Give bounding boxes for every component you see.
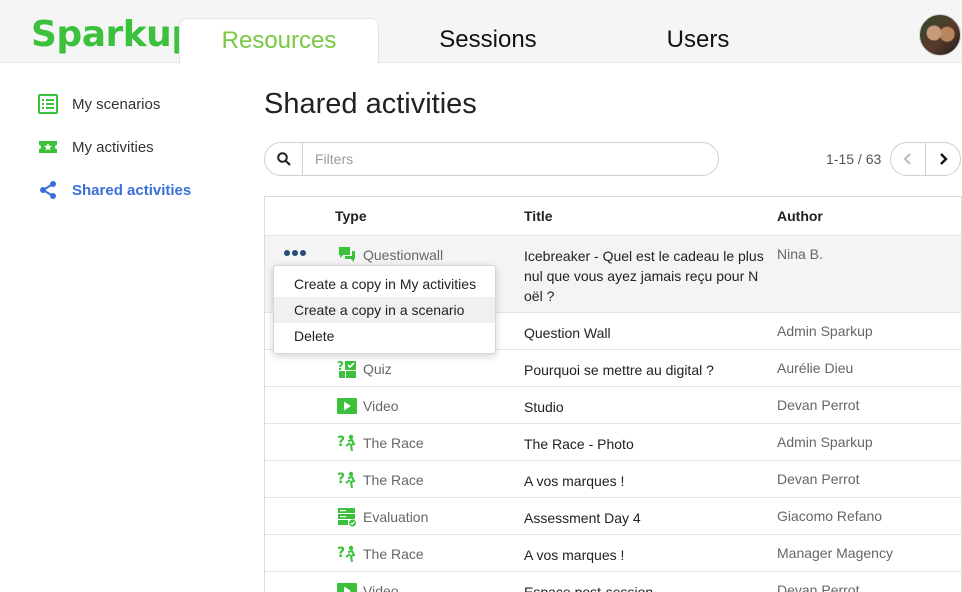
type-cell: Video: [337, 581, 399, 592]
type-label: Evaluation: [363, 509, 429, 525]
title-cell: Icebreaker - Quel est le cadeau le plus …: [524, 248, 764, 304]
svg-text:?: ?: [337, 471, 345, 487]
sidebar-item-label: My activities: [72, 138, 154, 156]
avatar[interactable]: [919, 14, 961, 56]
play-icon: [337, 581, 357, 592]
title-cell: Espace post-session: [524, 584, 654, 592]
column-header-title[interactable]: Title: [524, 208, 553, 224]
author-cell: Devan Perrot: [777, 471, 860, 487]
type-label: The Race: [363, 435, 424, 451]
table-row[interactable]: ? The Race A vos marques ! Manager Magen…: [265, 534, 961, 571]
type-cell: Evaluation: [337, 507, 428, 527]
tab-sessions[interactable]: Sessions: [398, 18, 578, 64]
title-cell: Assessment Day 4: [524, 510, 641, 526]
table-row[interactable]: Evaluation Assessment Day 4 Giacomo Refa…: [265, 497, 961, 534]
pagination: [890, 142, 961, 176]
type-label: Questionwall: [363, 247, 444, 263]
type-label: Quiz: [363, 361, 392, 377]
table-row[interactable]: Video Espace post-session Devan Perrot: [265, 571, 961, 592]
type-label: The Race: [363, 546, 424, 562]
sidebar-item-label: My scenarios: [72, 95, 161, 113]
sidebar-item-my-activities[interactable]: My activities: [38, 135, 154, 159]
list-icon: [38, 94, 58, 114]
share-icon: [38, 180, 58, 200]
title-cell: The Race - Photo: [524, 436, 634, 452]
pagination-range: 1-15 / 63: [826, 151, 882, 167]
race-icon: ?: [337, 433, 357, 453]
author-cell: Admin Sparkup: [777, 323, 873, 339]
type-cell: Video: [337, 396, 399, 416]
author-cell: Giacomo Refano: [777, 508, 883, 524]
sidebar-item-my-scenarios[interactable]: My scenarios: [38, 92, 160, 116]
sidebar-item-shared-activities[interactable]: Shared activities: [38, 178, 191, 202]
chevron-right-icon[interactable]: [926, 143, 961, 175]
column-header-type[interactable]: Type: [335, 208, 367, 224]
race-icon: ?: [337, 470, 357, 490]
tab-users[interactable]: Users: [612, 18, 784, 64]
author-cell: Devan Perrot: [777, 397, 860, 413]
sparkup-logo[interactable]: Sparkup: [31, 14, 197, 55]
type-cell: Questionwall: [337, 245, 443, 265]
logo-text: Sparkup: [31, 14, 197, 55]
type-label: The Race: [363, 472, 424, 488]
menu-item-copy-to-scenario[interactable]: Create a copy in a scenario: [274, 297, 495, 323]
svg-text:?: ?: [337, 545, 345, 561]
table-row[interactable]: ? The Race A vos marques ! Devan Perrot: [265, 460, 961, 497]
type-cell: ? The Race: [337, 433, 424, 453]
sidebar-item-label: Shared activities: [72, 181, 192, 199]
title-cell: Question Wall: [524, 325, 611, 341]
table-row[interactable]: ? The Race The Race - Photo Admin Sparku…: [265, 423, 961, 460]
evaluation-icon: [337, 507, 357, 527]
column-header-author[interactable]: Author: [777, 208, 823, 224]
type-cell: ? The Race: [337, 470, 424, 490]
type-cell: ? The Race: [337, 544, 424, 564]
search-box: [264, 142, 719, 176]
title-cell: Pourquoi se mettre au digital ?: [524, 362, 714, 378]
more-options-icon[interactable]: [284, 250, 306, 258]
tab-resources[interactable]: Resources: [179, 18, 379, 64]
table-row[interactable]: Video Studio Devan Perrot: [265, 386, 961, 423]
author-cell: Admin Sparkup: [777, 434, 873, 450]
table-row[interactable]: ? Quiz Pourquoi se mettre au digital ? A…: [265, 349, 961, 386]
row-context-menu: Create a copy in My activities Create a …: [273, 265, 496, 354]
author-cell: Manager Magency: [777, 545, 893, 561]
play-icon: [337, 396, 357, 416]
menu-item-delete[interactable]: Delete: [274, 323, 495, 349]
author-cell: Devan Perrot: [777, 582, 860, 592]
type-label: Video: [363, 398, 399, 414]
menu-item-copy-to-my-activities[interactable]: Create a copy in My activities: [274, 271, 495, 297]
type-cell: ? Quiz: [337, 359, 392, 379]
speech-bubbles-icon: [337, 245, 357, 265]
page-title: Shared activities: [264, 88, 477, 120]
svg-text:?: ?: [337, 359, 344, 373]
title-cell: Studio: [524, 399, 564, 415]
top-bar: Sparkup Resources Sessions Users: [0, 0, 962, 64]
search-input[interactable]: [315, 149, 705, 169]
author-cell: Nina B.: [777, 246, 823, 262]
chevron-left-icon[interactable]: [891, 143, 926, 175]
activities-table: Type Title Author Questionwall Icebreake…: [264, 196, 962, 592]
table-header: Type Title Author: [265, 197, 961, 235]
search-icon[interactable]: [265, 143, 303, 175]
star-ticket-icon: [38, 137, 58, 157]
title-cell: A vos marques !: [524, 473, 625, 489]
title-cell: A vos marques !: [524, 547, 625, 563]
author-cell: Aurélie Dieu: [777, 360, 854, 376]
type-label: Video: [363, 583, 399, 592]
svg-text:?: ?: [337, 434, 345, 450]
race-icon: ?: [337, 544, 357, 564]
quiz-icon: ?: [337, 359, 357, 379]
